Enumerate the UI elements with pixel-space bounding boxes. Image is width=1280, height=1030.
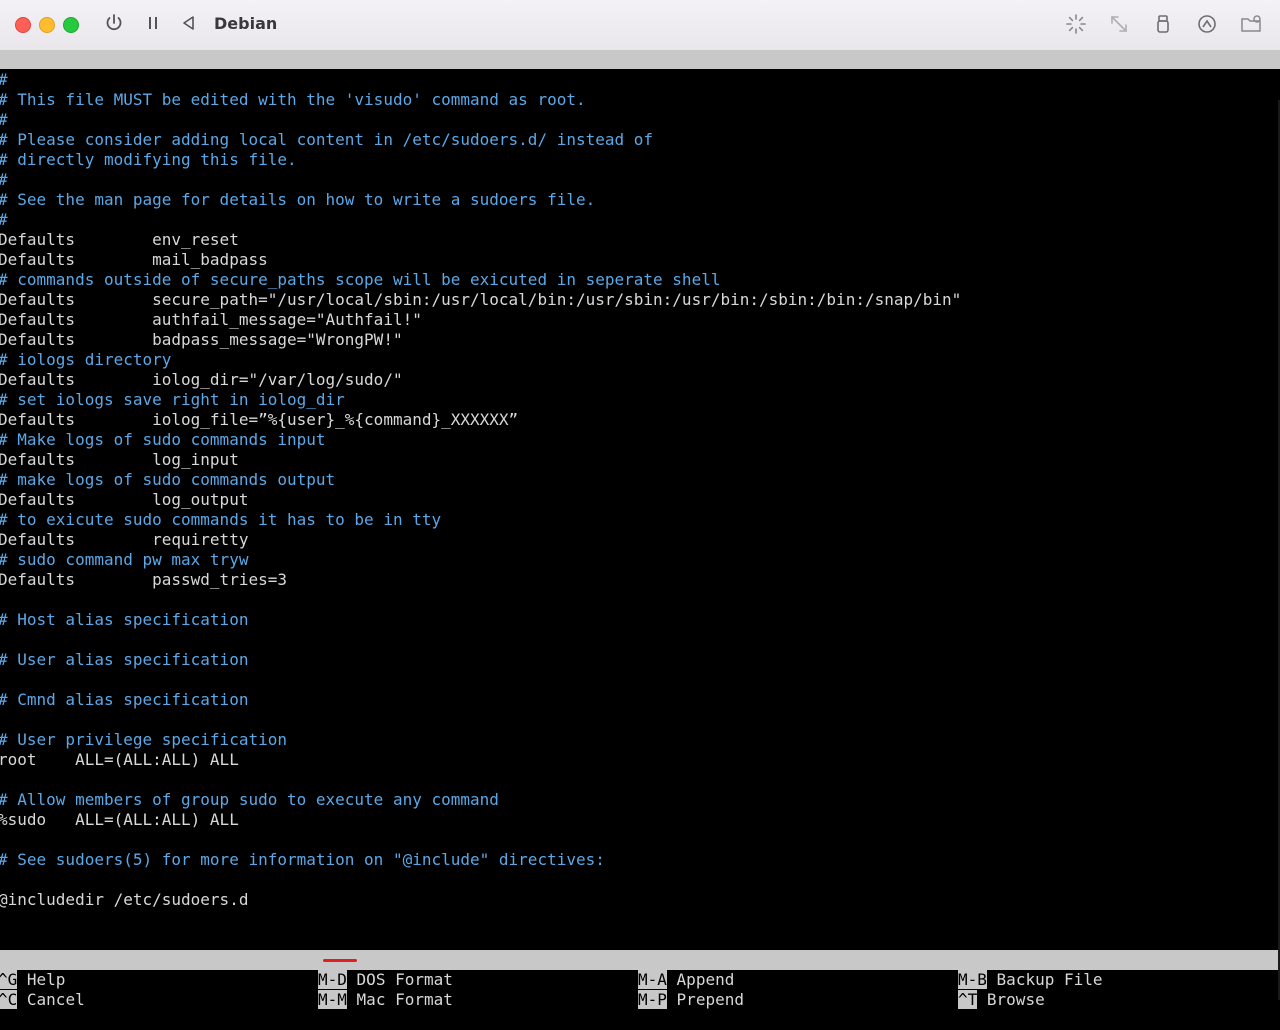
shortcut-label: Help xyxy=(26,970,66,989)
filename-prompt[interactable]: File Name to Write: /etc/sudoers.tmp xyxy=(0,950,1280,989)
red-strike-annotation xyxy=(323,959,357,962)
shortcut-label: Browse xyxy=(986,990,1045,1009)
buffer-line[interactable]: Defaults authfail_message="Authfail!" xyxy=(0,310,422,330)
buffer-line[interactable]: Defaults passwd_tries=3 xyxy=(0,570,287,590)
shortcut-item[interactable]: M-M Mac Format xyxy=(318,990,453,1010)
terminal[interactable]: GNU nano 5.4 /etc/sudoers.tmp * ## This … xyxy=(0,50,1280,1009)
buffer-line[interactable]: # iologs directory xyxy=(0,350,171,370)
buffer-line[interactable]: # set iologs save right in iolog_dir xyxy=(0,390,345,410)
nano-filename: /etc/sudoers.tmp * xyxy=(578,90,752,109)
buffer-line[interactable]: Defaults iolog_file=”%{user}_%{command}_… xyxy=(0,410,518,430)
shortcut-key: ^G xyxy=(0,970,18,989)
nano-version: GNU nano 5.4 xyxy=(18,70,134,89)
buffer-line[interactable]: # directly modifying this file. xyxy=(0,150,297,170)
buffer-line[interactable]: # See the man page for details on how to… xyxy=(0,190,595,210)
buffer-line[interactable]: Defaults secure_path="/usr/local/sbin:/u… xyxy=(0,290,961,310)
buffer-line[interactable]: # make logs of sudo commands output xyxy=(0,470,335,490)
audio-icon[interactable] xyxy=(1195,12,1219,36)
shortcut-item[interactable]: M-D DOS Format xyxy=(318,970,453,990)
shortcut-label: Mac Format xyxy=(356,990,453,1009)
buffer-line[interactable]: # xyxy=(0,110,8,130)
shortcut-item[interactable]: ^T Browse xyxy=(958,990,1045,1010)
usb-icon[interactable] xyxy=(1151,12,1175,36)
buffer-line[interactable]: Defaults requiretty xyxy=(0,530,248,550)
buffer-line[interactable]: @includedir /etc/sudoers.d xyxy=(0,890,248,910)
shortcut-label: DOS Format xyxy=(356,970,453,989)
shortcut-item[interactable]: M-A Append xyxy=(638,970,734,990)
buffer-line[interactable]: # User privilege specification xyxy=(0,730,287,750)
buffer-line[interactable]: # sudo command pw max tryw xyxy=(0,550,248,570)
window-title: Debian xyxy=(214,14,278,33)
buffer-line[interactable]: # Cmnd alias specification xyxy=(0,690,248,710)
vm-titlebar: Debian xyxy=(0,0,1280,51)
shortcut-label: Append xyxy=(676,970,735,989)
buffer-line[interactable]: # Host alias specification xyxy=(0,610,248,630)
buffer-line[interactable]: # This file MUST be edited with the 'vis… xyxy=(0,90,586,110)
buffer-line[interactable]: # xyxy=(0,170,8,190)
buffer-line[interactable]: %sudo ALL=(ALL:ALL) ALL xyxy=(0,810,239,830)
buffer-line[interactable]: Defaults log_output xyxy=(0,490,248,510)
shortcut-item[interactable]: M-P Prepend xyxy=(638,990,744,1010)
zoom-window-button[interactable] xyxy=(63,17,79,33)
shortcut-item[interactable]: ^C Cancel xyxy=(0,990,85,1010)
shortcut-key: M-B xyxy=(958,970,987,989)
buffer-line[interactable]: Defaults mail_badpass xyxy=(0,250,268,270)
buffer-line[interactable]: Defaults env_reset xyxy=(0,230,239,250)
shortcut-label: Backup File xyxy=(996,970,1103,989)
shortcut-key: M-P xyxy=(638,990,667,1009)
buffer-line[interactable]: Defaults iolog_dir="/var/log/sudo/" xyxy=(0,370,403,390)
buffer-line[interactable]: root ALL=(ALL:ALL) ALL xyxy=(0,750,239,770)
buffer-line[interactable]: # See sudoers(5) for more information on… xyxy=(0,850,605,870)
shortcut-key: M-M xyxy=(318,990,347,1009)
buffer-line[interactable]: Defaults log_input xyxy=(0,450,239,470)
nano-title-bar: GNU nano 5.4 /etc/sudoers.tmp * xyxy=(0,50,1280,109)
minimize-window-button[interactable] xyxy=(39,17,55,33)
buffer-line[interactable]: # xyxy=(0,70,8,90)
shortcut-item[interactable]: M-B Backup File xyxy=(958,970,1103,990)
shortcut-label: Cancel xyxy=(26,990,85,1009)
shortcut-label: Prepend xyxy=(676,990,744,1009)
buffer-line[interactable]: Defaults badpass_message="WrongPW!" xyxy=(0,330,403,350)
brightness-icon[interactable] xyxy=(1064,12,1088,36)
buffer-line[interactable]: # User alias specification xyxy=(0,650,248,670)
buffer-line[interactable]: # Make logs of sudo commands input xyxy=(0,430,326,450)
shortcut-item[interactable]: ^G Help xyxy=(0,970,65,990)
buffer-line[interactable]: # Please consider adding local content i… xyxy=(0,130,653,150)
pause-icon[interactable] xyxy=(144,13,162,33)
shortcut-key: ^C xyxy=(0,990,18,1009)
buffer-line[interactable]: # xyxy=(0,210,8,230)
close-window-button[interactable] xyxy=(15,17,31,33)
shortcut-key: ^T xyxy=(958,990,978,1009)
resize-icon[interactable] xyxy=(1107,12,1131,36)
buffer-line[interactable]: # to exicute sudo commands it has to be … xyxy=(0,510,441,530)
shortcut-key: M-A xyxy=(638,970,667,989)
shared-folder-icon[interactable] xyxy=(1239,12,1263,36)
power-icon[interactable] xyxy=(104,13,124,33)
shortcut-key: M-D xyxy=(318,970,347,989)
buffer-line[interactable]: # Allow members of group sudo to execute… xyxy=(0,790,499,810)
back-icon[interactable] xyxy=(180,13,198,33)
buffer-line[interactable]: # commands outside of secure_paths scope… xyxy=(0,270,720,290)
